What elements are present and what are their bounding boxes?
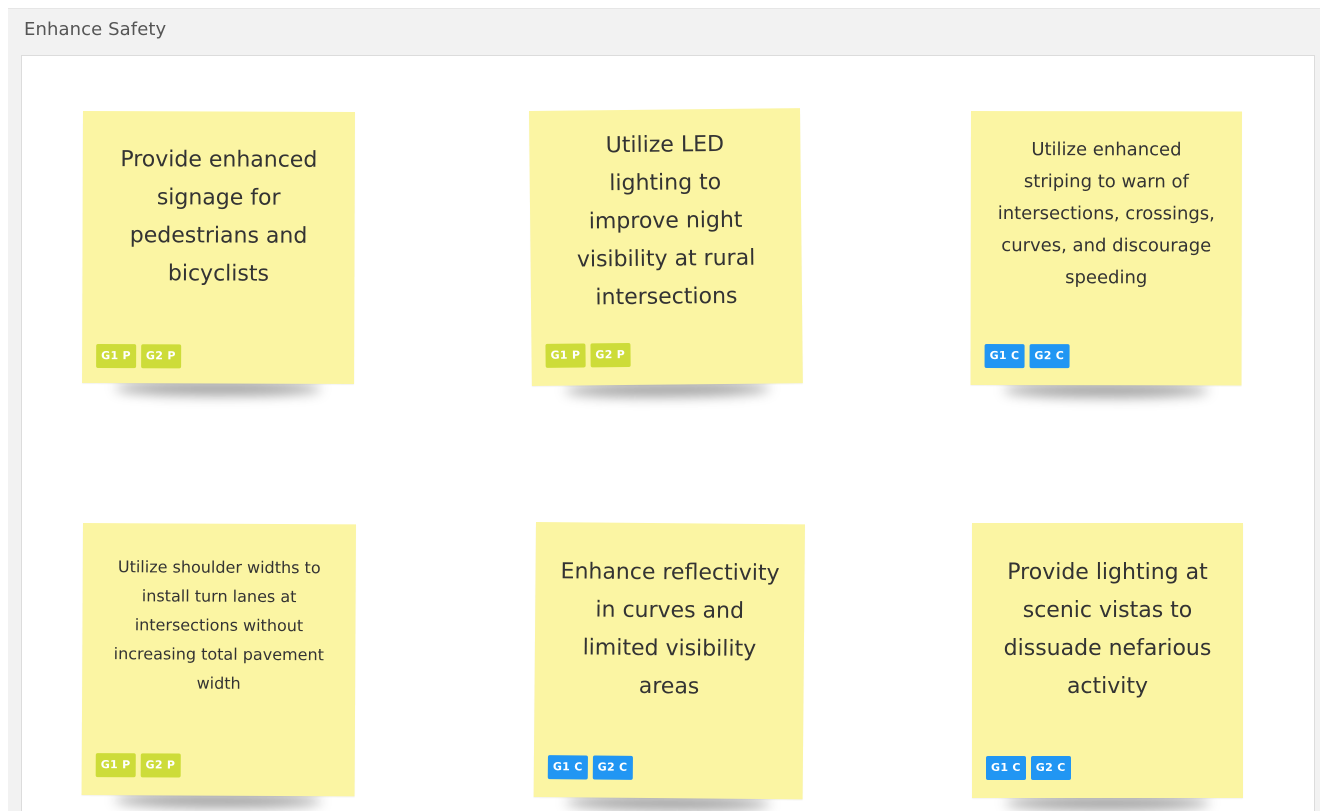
tag-badge[interactable]: G2 P xyxy=(590,342,631,368)
sticky-note-tags: G1 P G2 P xyxy=(545,342,631,368)
sticky-note-body: Provide enhanced signage for pedestrians… xyxy=(82,111,355,384)
sticky-note-body: Provide lighting at scenic vistas to dis… xyxy=(972,523,1243,798)
tag-badge[interactable]: G1 P xyxy=(95,753,136,778)
sticky-note-text: Utilize shoulder widths to install turn … xyxy=(113,556,324,693)
sticky-note-body: Utilize LED lighting to improve night vi… xyxy=(529,108,803,386)
sticky-note-text: Enhance reflectivity in curves and limit… xyxy=(560,558,780,699)
tag-badge[interactable]: G1 C xyxy=(984,344,1025,369)
sticky-note-text: Utilize LED lighting to improve night vi… xyxy=(576,131,756,310)
sticky-note-text: Utilize enhanced striping to warn of int… xyxy=(997,139,1215,289)
page: Enhance Safety Provide enhanced signage … xyxy=(0,0,1320,811)
tag-badge[interactable]: G2 P xyxy=(140,344,181,369)
sticky-note-tags: G1 C G2 C xyxy=(986,756,1071,780)
tag-badge[interactable]: G2 P xyxy=(140,753,181,778)
sticky-note-tags: G1 P G2 P xyxy=(95,753,181,778)
tag-badge[interactable]: G2 C xyxy=(1029,344,1070,369)
sticky-note-tags: G1 C G2 C xyxy=(984,344,1070,369)
sticky-note-body: Enhance reflectivity in curves and limit… xyxy=(533,522,805,800)
tag-badge[interactable]: G1 C xyxy=(986,756,1026,780)
section-title: Enhance Safety xyxy=(24,19,167,40)
sticky-notes-panel: Provide enhanced signage for pedestrians… xyxy=(21,55,1315,811)
tag-badge[interactable]: G1 P xyxy=(545,343,586,368)
sticky-note-tags: G1 C G2 C xyxy=(547,755,633,780)
tag-badge[interactable]: G2 C xyxy=(1030,756,1071,780)
sticky-note-text: Provide lighting at scenic vistas to dis… xyxy=(1003,559,1212,699)
sticky-note-text: Provide enhanced signage for pedestrians… xyxy=(120,147,318,287)
tag-badge[interactable]: G2 C xyxy=(592,755,633,780)
sticky-note-body: Utilize shoulder widths to install turn … xyxy=(81,523,356,797)
sticky-note-body: Utilize enhanced striping to warn of int… xyxy=(970,111,1242,386)
sticky-note-tags: G1 P G2 P xyxy=(96,344,181,369)
tag-badge[interactable]: G1 P xyxy=(96,344,136,369)
tag-badge[interactable]: G1 C xyxy=(547,755,588,780)
